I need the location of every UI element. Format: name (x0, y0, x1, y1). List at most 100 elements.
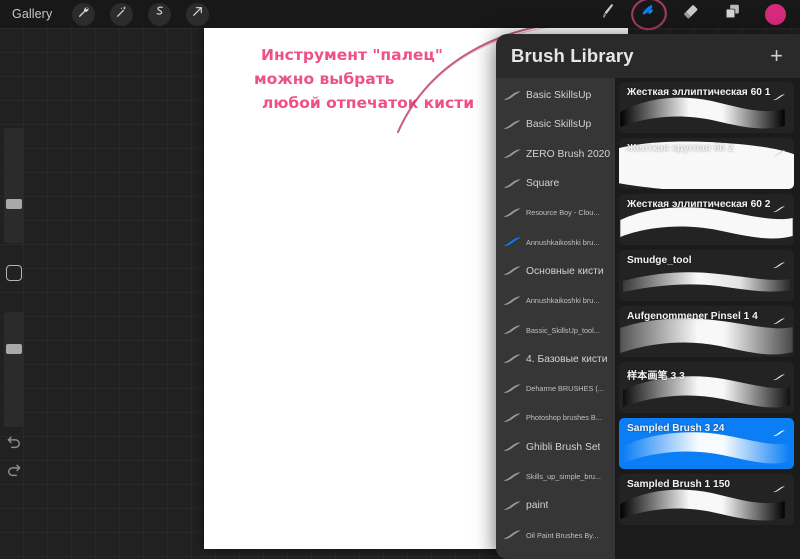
brush-set-item[interactable]: Skills_up_simple_bru... (496, 462, 615, 491)
brush-set-label: paint (526, 500, 549, 512)
brush-item[interactable]: Жесткая эллиптическая 60 2 (619, 194, 794, 245)
redo-button[interactable] (5, 460, 23, 478)
brush-set-item[interactable]: Deharme BRUSHES (... (496, 374, 615, 403)
brush-stroke-icon (502, 324, 524, 336)
brush-item-label: 样本画笔 3 3 (627, 371, 685, 382)
brush-set-item[interactable]: ZERO Brush 2020 (496, 140, 615, 169)
gallery-button[interactable]: Gallery (12, 7, 52, 21)
brush-set-label: Ghibli Brush Set (526, 441, 601, 453)
brush-item[interactable]: 样本画笔 3 3 (619, 362, 794, 413)
brush-item-label: Жесткая эллиптическая 60 2 (627, 199, 771, 210)
brush-set-item[interactable]: Annushkaikoshki bru... (496, 286, 615, 315)
brush-item-label: Жесткая эллиптическая 60 1 (627, 87, 771, 98)
brush-opacity-slider[interactable] (4, 312, 24, 427)
brush-stroke-icon (503, 149, 521, 159)
brush-stroke-icon (503, 354, 521, 364)
brush-edit-icon[interactable] (772, 201, 786, 219)
handwriting-line-2: можно выбрать (254, 70, 395, 88)
actions-wrench-button[interactable] (72, 2, 96, 26)
brush-set-item[interactable]: Basic SkillsUp (496, 81, 615, 110)
brush-set-label: Skills_up_simple_bru... (526, 472, 602, 481)
brush-set-item[interactable]: Ghibli Brush Set (496, 433, 615, 462)
brush-item[interactable]: Aufgenommener Pinsel 1 4 (619, 306, 794, 357)
brush-stroke-icon (503, 120, 521, 129)
brush-stroke-icon (502, 265, 524, 277)
brush-set-label: Photoshop brushes B... (526, 413, 602, 423)
brush-stroke-icon (502, 148, 524, 160)
brush-edit-icon[interactable] (772, 89, 786, 107)
smudge-icon (639, 2, 658, 26)
transform-arrow-icon (191, 5, 204, 23)
brush-size-slider[interactable] (4, 128, 24, 243)
layers-icon (723, 2, 742, 26)
brush-item[interactable]: Smudge_tool (619, 250, 794, 301)
brush-stroke-icon (773, 430, 785, 437)
brush-stroke-icon (503, 384, 521, 393)
brush-stroke-icon (773, 94, 785, 101)
brush-item[interactable]: Sampled Brush 1 150 (619, 474, 794, 525)
eraser-button[interactable] (681, 2, 700, 26)
brush-set-label: ZERO Brush 2020 (526, 148, 611, 160)
brush-stroke-icon (503, 442, 521, 452)
layers-button[interactable] (723, 2, 742, 26)
smudge-button[interactable] (630, 0, 667, 31)
brush-set-item[interactable]: TTB Oil Paint 2018 (496, 550, 615, 559)
selection-button[interactable] (148, 2, 172, 26)
color-swatch-button[interactable] (765, 3, 786, 25)
brush-set-label: Square (526, 178, 560, 190)
brush-set-item[interactable]: Oil Paint Brushes By... (496, 520, 615, 549)
brush-stroke-icon (503, 266, 521, 276)
brush-stroke-icon (502, 353, 524, 365)
brush-set-item[interactable]: Resource Boy - Clou... (496, 198, 615, 227)
paint-brush-button[interactable] (597, 2, 616, 26)
brush-item-label: Aufgenommener Pinsel 1 4 (627, 311, 758, 322)
brush-set-item[interactable]: Square (496, 169, 615, 198)
top-toolbar: Gallery (0, 0, 800, 31)
brush-edit-icon[interactable] (772, 369, 786, 387)
undo-button[interactable] (5, 432, 23, 450)
brush-set-label: Основные кисти (526, 265, 604, 277)
brush-stroke-icon (502, 383, 524, 395)
brush-item[interactable]: Жесткая эллиптическая 60 1 (619, 82, 794, 133)
transform-arrow-button[interactable] (186, 2, 210, 26)
adjustments-wand-button[interactable] (110, 2, 134, 26)
brush-item[interactable]: Жесткая круглая 60 2 (619, 138, 794, 189)
brush-set-item[interactable]: Bassic_SkillsUp_tool... (496, 315, 615, 344)
brush-opacity-slider-knob[interactable] (6, 344, 22, 355)
brush-stroke-icon (502, 207, 524, 219)
brush-set-list[interactable]: Basic SkillsUp Basic SkillsUp ZERO Brush 2… (496, 78, 615, 559)
brush-set-item[interactable]: paint (496, 491, 615, 520)
brush-stroke-icon (502, 236, 524, 248)
brush-library-body: Basic SkillsUp Basic SkillsUp ZERO Brush 2… (496, 78, 800, 559)
brush-size-slider-knob[interactable] (6, 199, 22, 210)
brush-set-label: 4. Базовые кисти (526, 353, 608, 365)
brush-edit-icon[interactable] (772, 145, 786, 163)
brush-edit-icon[interactable] (772, 481, 786, 499)
adjustments-wand-icon (115, 5, 128, 23)
add-brush-button[interactable]: + (770, 45, 783, 67)
brush-stroke-icon (773, 206, 785, 213)
brush-set-item[interactable]: Basic SkillsUp (496, 110, 615, 139)
brush-library-panel: Brush Library + Basic SkillsUp Basic Skil… (496, 34, 800, 559)
brush-set-item[interactable]: Photoshop brushes B... (496, 403, 615, 432)
paint-brush-icon (597, 2, 616, 26)
brush-stroke-icon (502, 412, 524, 424)
modify-button[interactable] (6, 265, 22, 281)
brush-stroke-icon (503, 237, 521, 246)
brush-preview-list[interactable]: Жесткая эллиптическая 60 1 Жесткая кругла… (615, 78, 800, 559)
brush-stroke-icon (503, 296, 521, 305)
selection-icon (153, 5, 166, 23)
brush-edit-icon[interactable] (772, 313, 786, 331)
brush-set-item[interactable]: Annushkaikoshki bru... (496, 227, 615, 256)
brush-stroke-icon (773, 318, 785, 325)
brush-edit-icon[interactable] (772, 425, 786, 443)
brush-stroke-icon (502, 119, 524, 131)
brush-stroke-icon (502, 500, 524, 512)
brush-item[interactable]: Sampled Brush 3 24 (619, 418, 794, 469)
brush-set-label: Annushkaikoshki bru... (526, 237, 600, 247)
brush-edit-icon[interactable] (772, 257, 786, 275)
handwriting-line-3: любой отпечаток кисти (262, 94, 474, 112)
right-tool-group (597, 0, 786, 31)
brush-set-item[interactable]: Основные кисти (496, 257, 615, 286)
brush-set-item[interactable]: 4. Базовые кисти (496, 345, 615, 374)
